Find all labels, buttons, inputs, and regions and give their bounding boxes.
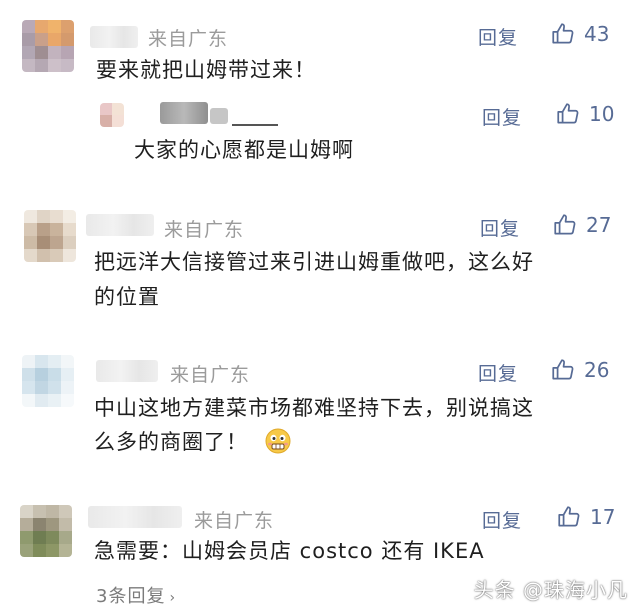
avatar[interactable]	[24, 210, 76, 262]
comment-text-line-2: 的位置	[94, 285, 160, 309]
location-label: 来自广东	[170, 364, 251, 386]
thumbs-up-icon	[552, 359, 574, 380]
watermark: 头条 @珠海小凡	[473, 578, 628, 602]
username-blurred[interactable]	[96, 360, 158, 382]
username-blurred[interactable]	[133, 104, 155, 126]
reply-button[interactable]: 回复	[480, 214, 520, 241]
avatar[interactable]	[22, 20, 74, 72]
reply-button[interactable]: 回复	[478, 23, 518, 50]
avatar[interactable]	[20, 505, 72, 557]
like-button[interactable]: 43	[550, 21, 609, 47]
like-count: 10	[589, 102, 615, 126]
view-replies-label: 3条回复	[96, 586, 166, 607]
thumbs-up-icon	[554, 214, 576, 235]
like-count: 17	[590, 505, 616, 529]
comment-text: 急需要：山姆会员店 costco 还有 IKEA	[94, 539, 485, 563]
like-button[interactable]: 26	[550, 357, 609, 383]
location-label: 来自广东	[148, 28, 229, 50]
location-label: 来自广东	[194, 510, 275, 532]
thumbs-up-icon	[558, 506, 580, 527]
comment-text: 要来就把山姆带过来！	[96, 58, 316, 82]
thumbs-up-icon	[557, 103, 579, 124]
avatar[interactable]	[100, 103, 124, 127]
comment-text-line-1: 把远洋大信接管过来引进山姆重做吧，这么好	[94, 250, 534, 274]
comment-text-line-2: 么多的商圈了！	[94, 424, 292, 460]
username-blurred[interactable]	[160, 102, 208, 124]
like-button[interactable]: 17	[556, 504, 615, 530]
comment-text-line-1: 中山这地方建菜市场都难坚持下去，别说搞这	[94, 396, 534, 420]
username-blurred[interactable]	[86, 214, 154, 236]
like-count: 26	[584, 358, 610, 382]
grimace-emoji-icon	[265, 428, 291, 454]
reply-button[interactable]: 回复	[482, 103, 522, 130]
reply-button[interactable]: 回复	[478, 359, 518, 386]
username-blurred[interactable]	[90, 26, 138, 48]
chevron-right-icon: ›	[169, 590, 177, 606]
username-blurred[interactable]	[210, 108, 228, 124]
username-blurred[interactable]	[88, 506, 182, 528]
comment-text: 大家的心愿都是山姆啊	[134, 138, 354, 162]
like-count: 43	[584, 22, 610, 46]
avatar[interactable]	[22, 355, 74, 407]
comment-text-line-2-text: 么多的商圈了！	[94, 430, 248, 454]
username-underscore	[232, 124, 278, 126]
like-count: 27	[586, 213, 612, 237]
view-replies-link[interactable]: 3条回复 ›	[96, 582, 176, 608]
reply-button[interactable]: 回复	[482, 506, 522, 533]
thumbs-up-icon	[552, 23, 574, 44]
location-label: 来自广东	[164, 219, 245, 241]
like-button[interactable]: 10	[555, 101, 614, 127]
like-button[interactable]: 27	[552, 212, 611, 238]
